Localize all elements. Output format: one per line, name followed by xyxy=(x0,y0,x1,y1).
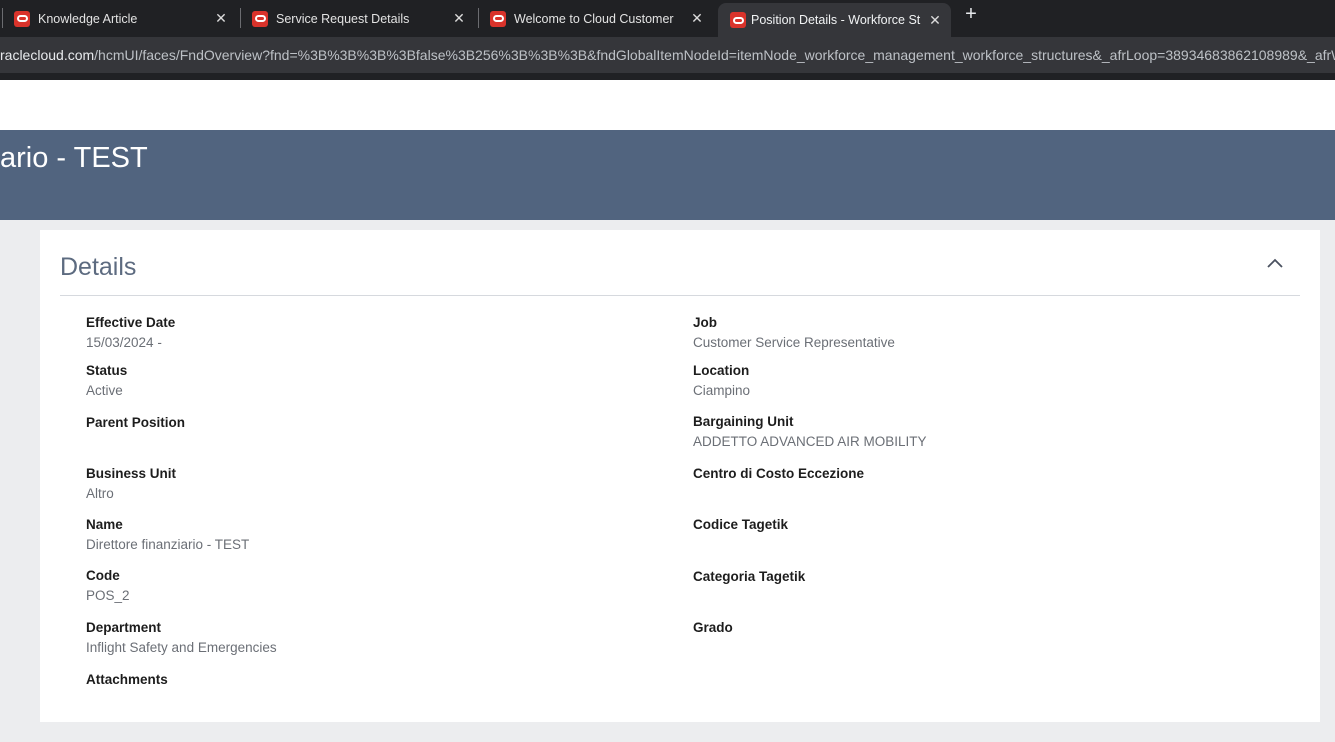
field-value: Ciampino xyxy=(693,383,751,398)
tab-title: Service Request Details xyxy=(276,11,410,26)
toolbar-divider xyxy=(0,73,1335,80)
field-code: Code POS_2 xyxy=(86,568,130,603)
field-centro-di-costo-eccezione: Centro di Costo Eccezione xyxy=(693,466,864,486)
field-value: Altro xyxy=(86,486,114,501)
field-value: Customer Service Representative xyxy=(693,335,895,350)
field-label: Parent Position xyxy=(86,415,186,430)
field-codice-tagetik: Codice Tagetik xyxy=(693,517,788,537)
field-status: Status Active xyxy=(86,363,127,398)
field-value: Inflight Safety and Emergencies xyxy=(86,640,277,655)
oracle-favicon-icon xyxy=(490,10,506,27)
field-value: 15/03/2024 - xyxy=(86,335,162,350)
field-label: Status xyxy=(86,363,128,378)
field-value: Direttore finanziario - TEST xyxy=(86,537,250,552)
field-label: Centro di Costo Eccezione xyxy=(693,466,865,481)
new-tab-button[interactable]: + xyxy=(960,4,982,26)
close-tab-icon[interactable]: ✕ xyxy=(212,10,230,28)
field-effective-date: Effective Date 15/03/2024 - xyxy=(86,315,175,350)
close-tab-icon[interactable]: ✕ xyxy=(450,10,468,28)
field-attachments: Attachments xyxy=(86,672,168,692)
field-job: Job Customer Service Representative xyxy=(693,315,895,350)
browser-tab-strip: Knowledge Article ✕ Service Request Deta… xyxy=(0,0,1335,37)
chevron-up-icon xyxy=(1267,258,1283,268)
field-label: Name xyxy=(86,517,123,532)
field-label: Job xyxy=(693,315,718,330)
details-panel: Details Effective Date 15/03/2024 - Stat… xyxy=(40,230,1320,722)
field-label: Code xyxy=(86,568,120,583)
field-parent-position: Parent Position xyxy=(86,415,185,435)
page-title: ario - TEST xyxy=(0,142,148,174)
tab-title: Position Details - Workforce Str xyxy=(751,13,921,27)
url-host: raclecloud.com xyxy=(0,47,95,63)
tab-service-request-details[interactable]: Service Request Details ✕ xyxy=(240,0,476,37)
field-bargaining-unit: Bargaining Unit ADDETTO ADVANCED AIR MOB… xyxy=(693,414,927,449)
page-top-strip xyxy=(0,80,1335,130)
oracle-favicon-icon xyxy=(252,10,268,27)
tab-welcome-cloud-customer[interactable]: Welcome to Cloud Customer C ✕ xyxy=(478,0,714,37)
field-grado: Grado xyxy=(693,620,733,640)
page-banner: ario - TEST xyxy=(0,130,1335,220)
details-panel-header: Details xyxy=(60,230,1300,296)
field-label: Location xyxy=(693,363,750,378)
address-bar[interactable]: raclecloud.com/hcmUI/faces/FndOverview?f… xyxy=(0,37,1335,73)
field-value: Active xyxy=(86,383,123,398)
field-location: Location Ciampino xyxy=(693,363,750,398)
tab-position-details[interactable]: Position Details - Workforce Str ✕ xyxy=(718,3,951,37)
field-label: Categoria Tagetik xyxy=(693,569,806,584)
field-label: Grado xyxy=(693,620,733,635)
field-value: POS_2 xyxy=(86,588,130,603)
collapse-button[interactable] xyxy=(1264,252,1286,274)
close-tab-icon[interactable]: ✕ xyxy=(688,10,706,28)
oracle-favicon-icon xyxy=(14,10,30,27)
tab-title: Knowledge Article xyxy=(38,11,138,26)
tab-knowledge-article[interactable]: Knowledge Article ✕ xyxy=(2,0,238,37)
field-label: Codice Tagetik xyxy=(693,517,789,532)
oracle-favicon-icon xyxy=(730,12,746,28)
field-name: Name Direttore finanziario - TEST xyxy=(86,517,249,552)
field-label: Business Unit xyxy=(86,466,177,481)
details-title: Details xyxy=(60,253,137,281)
close-tab-icon[interactable]: ✕ xyxy=(926,11,944,29)
field-label: Attachments xyxy=(86,672,168,687)
tab-title: Welcome to Cloud Customer C xyxy=(514,11,676,26)
url-text[interactable]: raclecloud.com/hcmUI/faces/FndOverview?f… xyxy=(0,47,1335,63)
field-categoria-tagetik: Categoria Tagetik xyxy=(693,569,805,589)
url-path: /hcmUI/faces/FndOverview?fnd=%3B%3B%3B%3… xyxy=(94,47,1335,63)
field-value: ADDETTO ADVANCED AIR MOBILITY xyxy=(693,434,927,449)
field-label: Bargaining Unit xyxy=(693,414,794,429)
field-business-unit: Business Unit Altro xyxy=(86,466,176,501)
field-label: Effective Date xyxy=(86,315,176,330)
field-department: Department Inflight Safety and Emergenci… xyxy=(86,620,277,655)
field-label: Department xyxy=(86,620,162,635)
